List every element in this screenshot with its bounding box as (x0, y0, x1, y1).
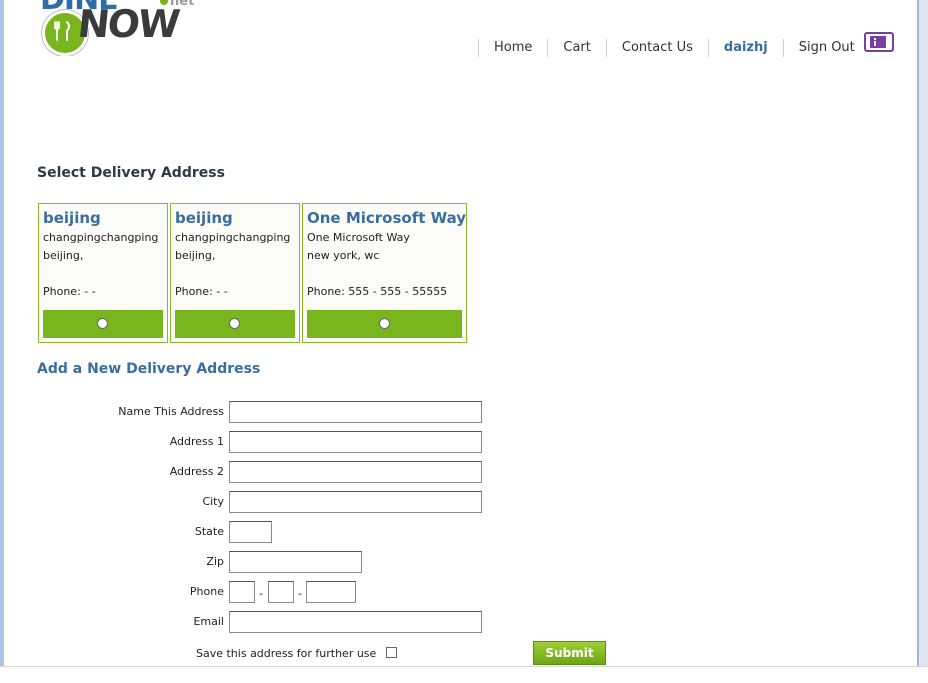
form-row-state: State (0, 521, 928, 545)
window-bottom-edge (0, 666, 928, 683)
email-input[interactable] (229, 611, 482, 633)
address-phone: Phone: - - (43, 285, 96, 298)
form-row-phone: Phone - - (0, 581, 928, 605)
email-label: Email (193, 615, 224, 628)
logo-suffix: net (160, 0, 194, 9)
address-radio[interactable] (97, 318, 108, 329)
phone-separator: - (259, 587, 263, 600)
phone-label: Phone (189, 585, 224, 598)
address-select-bar (43, 310, 163, 338)
address-name-input[interactable] (229, 401, 482, 423)
form-row-email: Email (0, 611, 928, 635)
state-label: State (194, 525, 224, 538)
new-address-heading: Add a New Delivery Address (37, 361, 261, 377)
address1-input[interactable] (229, 431, 482, 453)
form-row-city: City (0, 491, 928, 515)
address-select-bar (175, 310, 295, 338)
select-address-heading: Select Delivery Address (37, 165, 225, 181)
zip-label: Zip (206, 555, 224, 568)
address-phone: Phone: - - (175, 285, 228, 298)
city-label: City (202, 495, 224, 508)
save-address-checkbox[interactable] (386, 647, 397, 658)
top-nav: Home Cart Contact Us daizhj Sign Out (478, 39, 855, 57)
site-logo[interactable]: DINE NOW net (40, 0, 200, 56)
phone-prefix-input[interactable] (268, 581, 294, 603)
address-line2: beijing, (175, 249, 216, 262)
form-row-name: Name This Address (0, 401, 928, 425)
form-row-address2: Address 2 (0, 461, 928, 485)
phone-separator: - (298, 587, 302, 600)
nav-cart-link[interactable]: Cart (547, 39, 606, 57)
address-name: beijing (175, 209, 233, 227)
address-line1: changpingchangping (43, 231, 159, 244)
address-phone: Phone: 555 - 555 - 55555 (307, 285, 448, 298)
address-line2: beijing, (43, 249, 84, 262)
address2-label: Address 2 (169, 465, 224, 478)
address-line2: new york, wc (307, 249, 380, 262)
address-card[interactable]: beijing changpingchangping beijing, Phon… (38, 203, 168, 343)
address-radio[interactable] (378, 318, 390, 329)
address-line1: One Microsoft Way (307, 231, 410, 244)
address2-input[interactable] (229, 461, 482, 483)
address1-label: Address 1 (169, 435, 224, 448)
state-input[interactable] (229, 521, 272, 543)
city-input[interactable] (229, 491, 482, 513)
nav-home-link[interactable]: Home (478, 39, 547, 57)
phone-area-input[interactable] (229, 581, 255, 603)
save-address-label: Save this address for further use (196, 647, 377, 660)
address-card[interactable]: One Microsoft Way One Microsoft Way new … (302, 203, 467, 343)
zip-input[interactable] (229, 551, 362, 573)
phone-line-input[interactable] (306, 581, 356, 603)
nav-contact-link[interactable]: Contact Us (605, 39, 708, 57)
address-radio[interactable] (229, 318, 240, 329)
address-line1: changpingchangping (175, 231, 291, 244)
form-row-zip: Zip (0, 551, 928, 575)
info-icon[interactable] (864, 32, 894, 52)
address-card[interactable]: beijing changpingchangping beijing, Phon… (170, 203, 300, 343)
address-name: beijing (43, 209, 101, 227)
address-name: One Microsoft Way (307, 209, 467, 227)
nav-user-link[interactable]: daizhj (707, 39, 783, 57)
nav-signout-link[interactable]: Sign Out (782, 39, 855, 57)
form-row-address1: Address 1 (0, 431, 928, 455)
name-label: Name This Address (118, 405, 224, 418)
submit-button[interactable]: Submit (533, 641, 606, 665)
address-select-bar (307, 310, 462, 338)
